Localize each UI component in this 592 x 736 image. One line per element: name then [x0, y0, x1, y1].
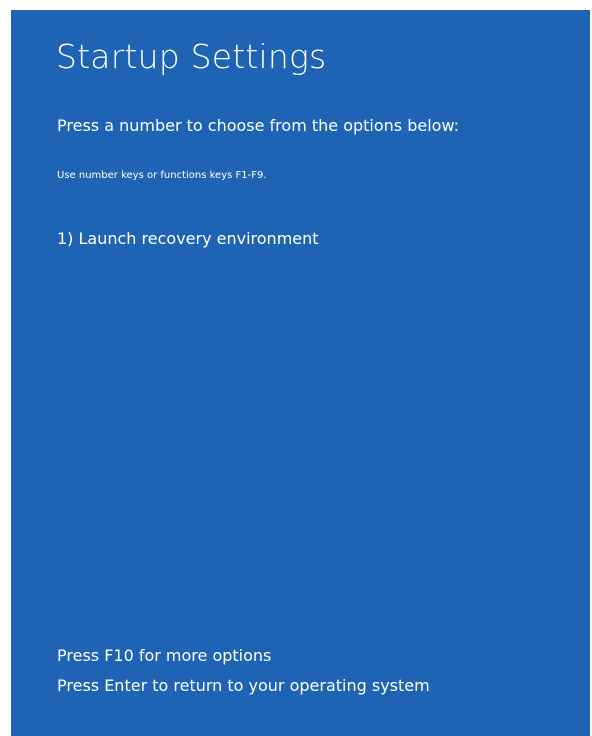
startup-settings-screen: Startup Settings Press a number to choos… [11, 10, 590, 736]
keys-hint: Use number keys or functions keys F1-F9. [57, 170, 267, 181]
return-to-os-prompt[interactable]: Press Enter to return to your operating … [57, 676, 430, 695]
more-options-prompt[interactable]: Press F10 for more options [57, 646, 430, 665]
footer: Press F10 for more options Press Enter t… [57, 646, 430, 706]
startup-options-list: 1) Launch recovery environment [57, 229, 319, 248]
page-title: Startup Settings [56, 37, 327, 76]
instructions-text: Press a number to choose from the option… [57, 116, 460, 135]
option-launch-recovery-environment[interactable]: 1) Launch recovery environment [57, 229, 319, 248]
